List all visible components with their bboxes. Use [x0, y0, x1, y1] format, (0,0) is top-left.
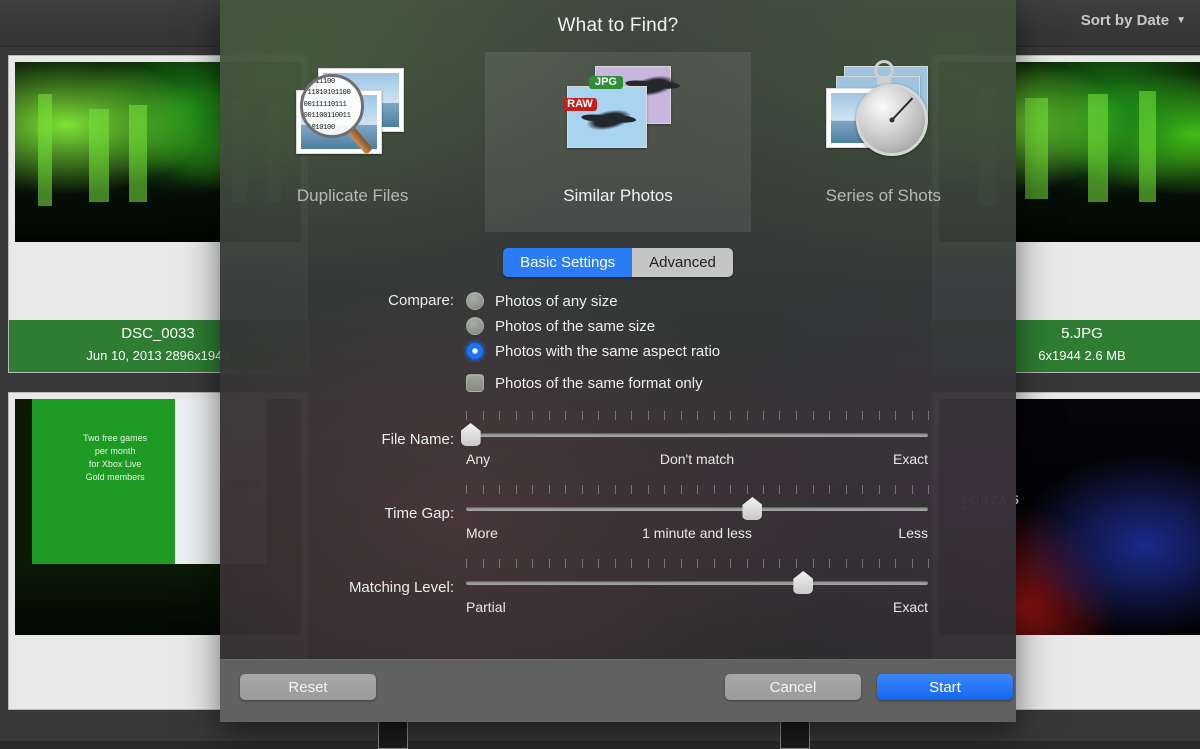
magnifier-photo-stack-icon: /0011100/1101010110000111110111001100110… [288, 60, 418, 180]
slider-scale: Partial Exact [466, 599, 928, 615]
slider-scale-left: More [466, 525, 498, 541]
reset-button[interactable]: Reset [240, 674, 376, 700]
slider-scale-left: Any [466, 451, 490, 467]
photo-art-screen-text: Two free games per month for Xbox Live G… [61, 432, 170, 484]
slider-row-matching-level: Matching Level: Partial Exact [220, 559, 1016, 621]
sort-by-date-label: Sort by Date [1081, 12, 1169, 29]
mode-series-of-shots[interactable]: Series of Shots [751, 52, 1016, 232]
slider-scale-right: Exact [893, 599, 928, 615]
jpg-badge: JPG [589, 76, 623, 89]
time-gap-slider[interactable]: More 1 minute and less Less [466, 485, 928, 547]
settings-tab-bar: Basic Settings Advanced [220, 248, 1016, 277]
compare-row: Compare: Photos of any size Photos of th… [220, 292, 1016, 399]
radio-indicator[interactable] [466, 292, 484, 310]
photo-grid-item[interactable] [378, 719, 408, 749]
jpg-raw-photo-pair-icon: JPG RAW [553, 60, 683, 180]
slider-thumb[interactable] [793, 571, 813, 594]
mode-label: Duplicate Files [297, 186, 409, 206]
slider-track[interactable] [466, 433, 928, 437]
raw-badge: RAW [563, 98, 597, 111]
file-name-slider[interactable]: Any Don't match Exact [466, 411, 928, 473]
dialog-title: What to Find? [220, 0, 1016, 52]
slider-row-file-name: File Name: Any Don't match Exact [220, 411, 1016, 473]
stopwatch-photo-stack-icon [818, 60, 948, 180]
photo-grid-item[interactable] [780, 719, 810, 749]
radio-option-same-aspect-ratio[interactable]: Photos with the same aspect ratio [466, 342, 720, 360]
radio-indicator-selected[interactable] [466, 342, 484, 360]
scan-mode-picker: /0011100/1101010110000111110111001100110… [220, 52, 1016, 232]
slider-ticks [466, 559, 928, 571]
start-button[interactable]: Start [877, 674, 1013, 700]
compare-options: Photos of any size Photos of the same si… [466, 292, 720, 399]
checkbox-option-same-format-only[interactable]: Photos of the same format only [466, 374, 720, 392]
slider-row-time-gap: Time Gap: More 1 minute and less Less [220, 485, 1016, 547]
slider-thumb[interactable] [742, 497, 762, 520]
slider-track[interactable] [466, 507, 928, 511]
slider-scale-middle: Don't match [660, 451, 734, 467]
checkbox-indicator[interactable] [466, 374, 484, 392]
slider-label: File Name: [220, 411, 466, 448]
mode-duplicate-files[interactable]: /0011100/1101010110000111110111001100110… [220, 52, 485, 232]
slider-scale: Any Don't match Exact [466, 451, 928, 467]
radio-label: Photos with the same aspect ratio [495, 343, 720, 360]
radio-option-same-size[interactable]: Photos of the same size [466, 317, 720, 335]
tab-basic-settings[interactable]: Basic Settings [503, 248, 632, 277]
slider-scale: More 1 minute and less Less [466, 525, 928, 541]
slider-ticks [466, 485, 928, 497]
slider-label: Time Gap: [220, 485, 466, 522]
mode-similar-photos[interactable]: JPG RAW Similar Photos [485, 52, 750, 232]
slider-track[interactable] [466, 581, 928, 585]
cancel-button[interactable]: Cancel [725, 674, 861, 700]
slider-scale-left: Partial [466, 599, 506, 615]
radio-indicator[interactable] [466, 317, 484, 335]
compare-label: Compare: [220, 292, 466, 309]
slider-ticks [466, 411, 928, 423]
dialog-footer: Reset Cancel Start [220, 659, 1016, 722]
checkbox-label: Photos of the same format only [495, 375, 703, 392]
slider-label: Matching Level: [220, 559, 466, 596]
slider-scale-right: Exact [893, 451, 928, 467]
what-to-find-dialog: What to Find? /0011100/11010101100001111… [220, 0, 1016, 722]
radio-label: Photos of any size [495, 293, 618, 310]
slider-scale-middle: 1 minute and less [642, 525, 752, 541]
chevron-down-icon: ▼ [1176, 15, 1186, 26]
sort-by-date-dropdown[interactable]: Sort by Date ▼ [1081, 12, 1186, 29]
matching-level-slider[interactable]: Partial Exact [466, 559, 928, 621]
settings-form: Compare: Photos of any size Photos of th… [220, 292, 1016, 621]
slider-scale-right: Less [898, 525, 928, 541]
radio-option-any-size[interactable]: Photos of any size [466, 292, 720, 310]
mode-label: Series of Shots [826, 186, 941, 206]
mode-label: Similar Photos [563, 186, 673, 206]
tab-advanced[interactable]: Advanced [632, 248, 733, 277]
radio-label: Photos of the same size [495, 318, 655, 335]
